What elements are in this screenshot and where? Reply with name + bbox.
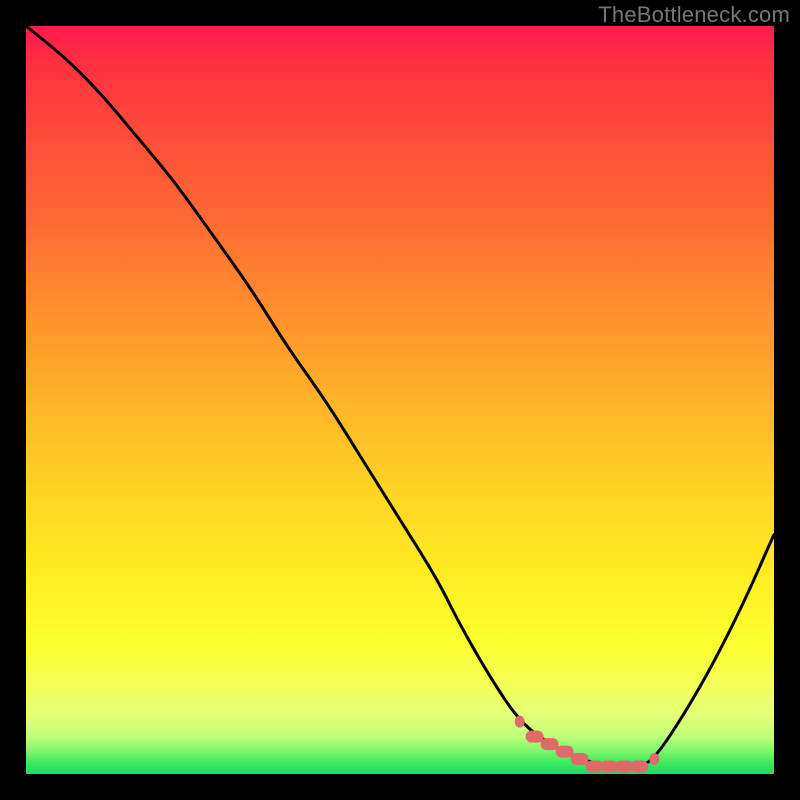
marker-dot: [515, 716, 525, 728]
marker-dot: [571, 753, 589, 765]
marker-dot: [556, 746, 574, 758]
plot-area: [26, 26, 774, 774]
bottleneck-curve-path: [26, 26, 774, 767]
marker-dot: [630, 761, 648, 773]
chart-stage: TheBottleneck.com: [0, 0, 800, 800]
curve-svg: [26, 26, 774, 774]
attribution-label: TheBottleneck.com: [598, 2, 790, 28]
marker-dot: [526, 731, 544, 743]
optimal-range-markers: [515, 716, 660, 773]
marker-dot: [541, 738, 559, 750]
marker-dot: [649, 753, 659, 765]
